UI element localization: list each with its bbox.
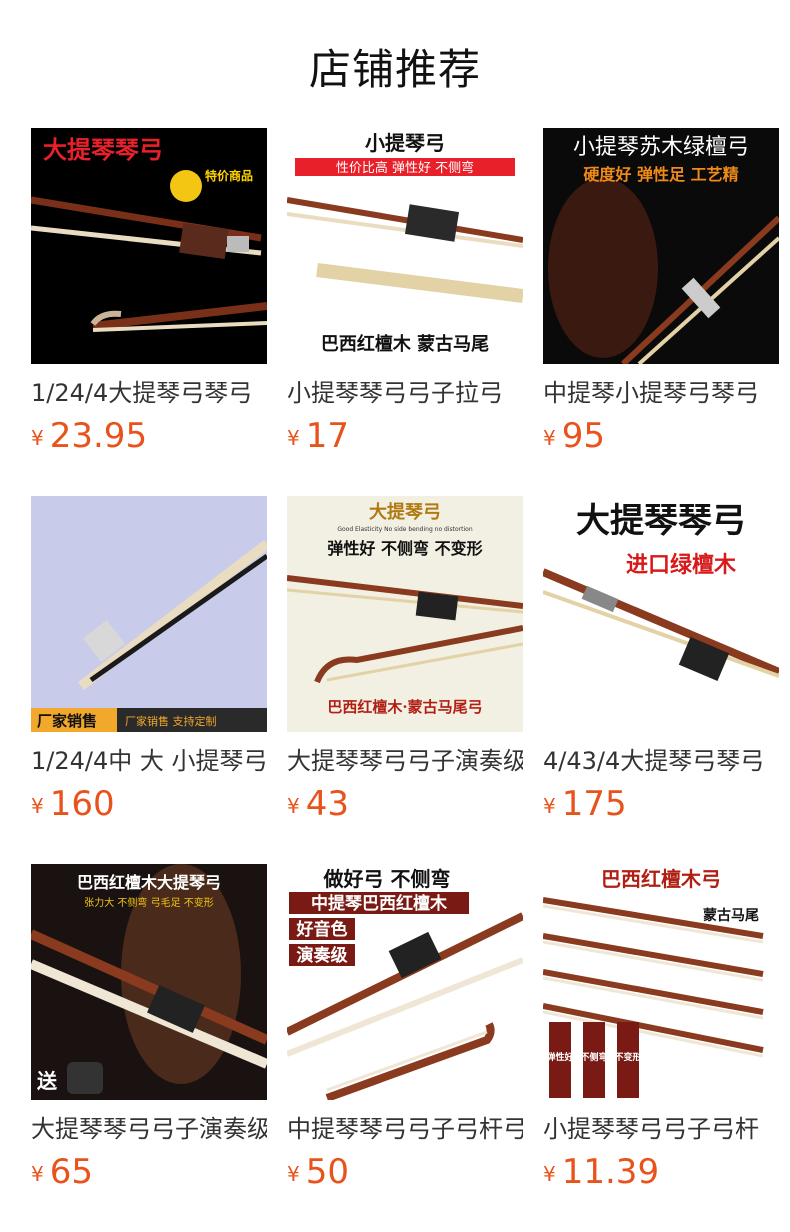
image-caption: 特价商品 bbox=[205, 168, 253, 183]
product-name[interactable]: 大提琴琴弓弓子演奏级 bbox=[31, 1112, 267, 1146]
price-row: ¥95 bbox=[543, 416, 605, 460]
product-name[interactable]: 中提琴琴弓弓子弓杆弓 bbox=[287, 1112, 523, 1146]
page-title: 店铺推荐 bbox=[308, 45, 481, 94]
product-name[interactable]: 大提琴琴弓弓子演奏级 bbox=[287, 744, 523, 778]
product-image[interactable]: 大提琴琴弓 进口绿檀木 bbox=[543, 496, 779, 732]
image-caption: 大提琴琴弓 bbox=[43, 136, 163, 164]
price-row: ¥50 bbox=[287, 1152, 349, 1196]
product-image[interactable]: 厂家销售 厂家销售 支持定制 bbox=[31, 496, 267, 732]
product-card[interactable]: 厂家销售 厂家销售 支持定制 1/24/4中 大 小提琴弓 ¥160 bbox=[31, 496, 267, 836]
image-caption: Good Elasticity No side bending no disto… bbox=[337, 526, 472, 533]
image-caption: 不侧弯 bbox=[580, 1051, 607, 1063]
product-price: 50 bbox=[305, 1152, 349, 1192]
product-card[interactable]: 大提琴弓 Good Elasticity No side bending no … bbox=[287, 496, 523, 836]
image-caption: 送 bbox=[37, 1069, 58, 1093]
product-image[interactable]: 小提琴弓 性价比高 弹性好 不侧弯 巴西红檀木 蒙古马尾 bbox=[287, 128, 523, 364]
product-name[interactable]: 小提琴琴弓弓子弓杆 bbox=[543, 1112, 779, 1146]
image-caption: 厂家销售 bbox=[37, 712, 97, 730]
image-caption: 蒙古马尾 bbox=[703, 907, 759, 924]
image-caption: 好音色 bbox=[296, 919, 348, 940]
product-price: 11.39 bbox=[561, 1152, 660, 1192]
product-price: 23.95 bbox=[49, 416, 148, 456]
price-row: ¥160 bbox=[31, 784, 115, 828]
image-caption: 弹性好 bbox=[546, 1051, 573, 1063]
price-row: ¥23.95 bbox=[31, 416, 147, 460]
product-name[interactable]: 中提琴小提琴弓琴弓 bbox=[543, 376, 779, 410]
product-card[interactable]: 大提琴琴弓 特价商品 1/24/4大提琴弓琴弓 ¥23.95 bbox=[31, 128, 267, 468]
image-caption: 硬度好 弹性足 工艺精 bbox=[583, 165, 738, 184]
price-row: ¥17 bbox=[287, 416, 349, 460]
product-card[interactable]: 大提琴琴弓 进口绿檀木 4/43/4大提琴弓琴弓 ¥175 bbox=[543, 496, 779, 836]
image-caption: 小提琴苏木绿檀弓 bbox=[573, 135, 749, 160]
image-caption: 不变形 bbox=[614, 1051, 641, 1063]
image-caption: 厂家销售 支持定制 bbox=[125, 714, 217, 728]
product-name[interactable]: 1/24/4中 大 小提琴弓 bbox=[31, 744, 267, 778]
product-image[interactable]: 大提琴琴弓 特价商品 bbox=[31, 128, 267, 364]
image-caption: 大提琴弓 bbox=[369, 501, 441, 523]
currency-symbol: ¥ bbox=[543, 426, 556, 450]
currency-symbol: ¥ bbox=[31, 794, 44, 818]
product-price: 160 bbox=[49, 784, 115, 824]
product-card[interactable]: 巴西红檀木弓 蒙古马尾 弹性好 不侧弯 不变形 小提琴琴弓弓子弓杆 ¥11.39 bbox=[543, 864, 779, 1204]
product-price: 175 bbox=[561, 784, 627, 824]
currency-symbol: ¥ bbox=[543, 1162, 556, 1186]
image-caption: 进口绿檀木 bbox=[626, 552, 737, 578]
image-caption: 大提琴琴弓 bbox=[576, 501, 746, 541]
image-caption: 巴西红檀木 蒙古马尾 bbox=[321, 333, 489, 355]
image-caption: 性价比高 弹性好 不侧弯 bbox=[336, 160, 474, 176]
price-row: ¥43 bbox=[287, 784, 349, 828]
product-card[interactable]: 小提琴弓 性价比高 弹性好 不侧弯 巴西红檀木 蒙古马尾 小提琴琴弓弓子拉弓 ¥… bbox=[287, 128, 523, 468]
product-name[interactable]: 小提琴琴弓弓子拉弓 bbox=[287, 376, 523, 410]
currency-symbol: ¥ bbox=[287, 426, 300, 450]
price-row: ¥175 bbox=[543, 784, 627, 828]
product-price: 65 bbox=[49, 1152, 93, 1192]
image-caption: 巴西红檀木大提琴弓 bbox=[77, 873, 221, 892]
image-caption: 张力大 不侧弯 弓毛足 不变形 bbox=[84, 896, 214, 909]
image-caption: 小提琴弓 bbox=[365, 131, 445, 155]
image-caption: 做好弓 不侧弯 bbox=[323, 867, 451, 891]
product-card[interactable]: 做好弓 不侧弯 中提琴巴西红檀木 好音色 演奏级 中提琴琴弓弓子弓杆弓 ¥50 bbox=[287, 864, 523, 1204]
image-caption: 弹性好 不侧弯 不变形 bbox=[327, 539, 482, 558]
product-image[interactable]: 小提琴苏木绿檀弓 硬度好 弹性足 工艺精 bbox=[543, 128, 779, 364]
price-row: ¥11.39 bbox=[543, 1152, 659, 1196]
image-caption: 演奏级 bbox=[297, 945, 348, 966]
product-price: 43 bbox=[305, 784, 349, 824]
product-image[interactable]: 巴西红檀木大提琴弓 张力大 不侧弯 弓毛足 不变形 送 bbox=[31, 864, 267, 1100]
image-caption: 巴西红檀木弓 bbox=[601, 867, 721, 891]
product-name[interactable]: 4/43/4大提琴弓琴弓 bbox=[543, 744, 779, 778]
product-image[interactable]: 大提琴弓 Good Elasticity No side bending no … bbox=[287, 496, 523, 732]
image-caption: 巴西红檀木·蒙古马尾弓 bbox=[327, 698, 482, 716]
image-caption: 中提琴巴西红檀木 bbox=[311, 893, 448, 914]
product-card[interactable]: 巴西红檀木大提琴弓 张力大 不侧弯 弓毛足 不变形 送 大提琴琴弓弓子演奏级 ¥… bbox=[31, 864, 267, 1204]
price-row: ¥65 bbox=[31, 1152, 93, 1196]
product-card[interactable]: 小提琴苏木绿檀弓 硬度好 弹性足 工艺精 中提琴小提琴弓琴弓 ¥95 bbox=[543, 128, 779, 468]
currency-symbol: ¥ bbox=[543, 794, 556, 818]
currency-symbol: ¥ bbox=[31, 426, 44, 450]
product-name[interactable]: 1/24/4大提琴弓琴弓 bbox=[31, 376, 267, 410]
currency-symbol: ¥ bbox=[287, 1162, 300, 1186]
product-image[interactable]: 做好弓 不侧弯 中提琴巴西红檀木 好音色 演奏级 bbox=[287, 864, 523, 1100]
currency-symbol: ¥ bbox=[287, 794, 300, 818]
currency-symbol: ¥ bbox=[31, 1162, 44, 1186]
product-price: 95 bbox=[561, 416, 605, 456]
product-price: 17 bbox=[305, 416, 349, 456]
product-image[interactable]: 巴西红檀木弓 蒙古马尾 弹性好 不侧弯 不变形 bbox=[543, 864, 779, 1100]
